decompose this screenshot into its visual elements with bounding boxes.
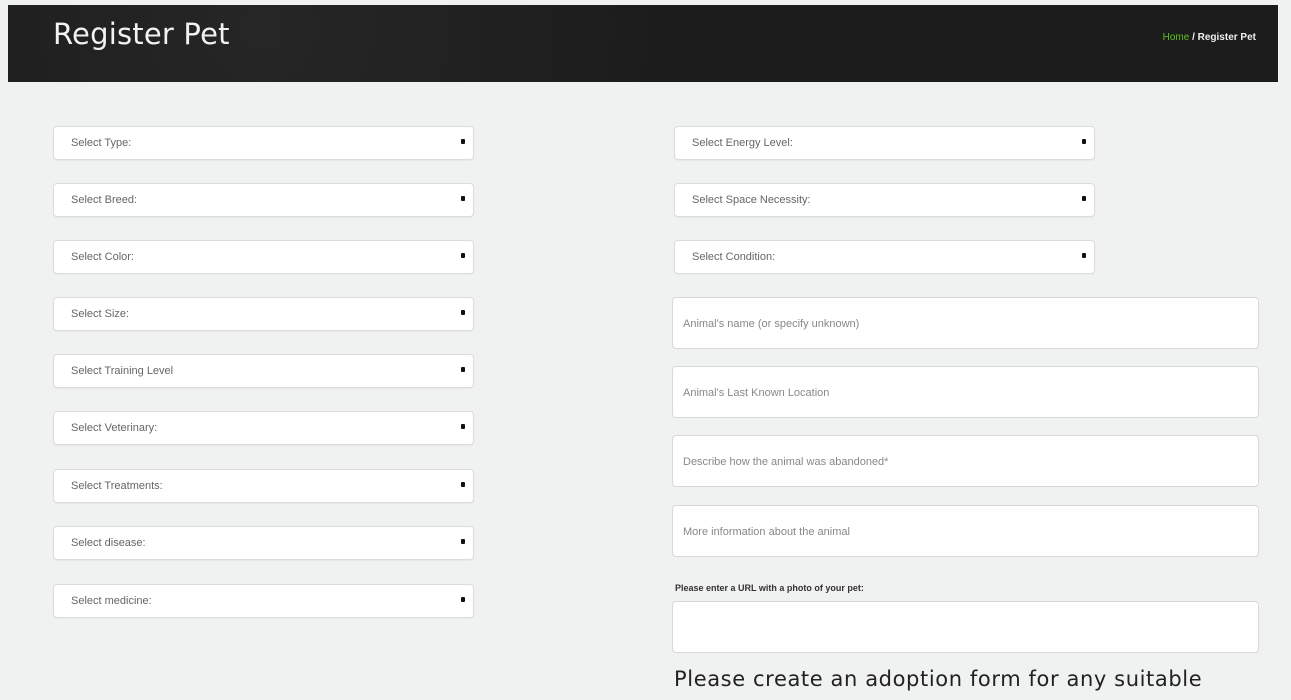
animal-name-placeholder: Animal's name (or specify unknown) — [683, 318, 860, 330]
last-known-location-field[interactable]: Animal's Last Known Location — [672, 366, 1259, 418]
select-type-label: Select Type: — [71, 137, 132, 149]
breadcrumb-current: Register Pet — [1197, 32, 1256, 43]
select-energy-level[interactable]: Select Energy Level: — [674, 126, 1095, 160]
dropdown-arrow-icon — [461, 597, 465, 602]
last-known-location-placeholder: Animal's Last Known Location — [683, 387, 830, 399]
select-space-necessity[interactable]: Select Space Necessity: — [674, 183, 1095, 217]
select-energy-level-label: Select Energy Level: — [692, 137, 793, 149]
select-veterinary-label: Select Veterinary: — [71, 422, 158, 434]
dropdown-arrow-icon — [461, 367, 465, 372]
select-medicine[interactable]: Select medicine: — [53, 584, 474, 618]
select-size-label: Select Size: — [71, 308, 130, 320]
dropdown-arrow-icon — [461, 424, 465, 429]
abandonment-description-field[interactable]: Describe how the animal was abandoned* — [672, 435, 1259, 487]
select-disease-label: Select disease: — [71, 537, 146, 549]
more-information-placeholder: More information about the animal — [683, 526, 850, 538]
dropdown-arrow-icon — [1082, 196, 1086, 201]
dropdown-arrow-icon — [461, 139, 465, 144]
page-header: Register Pet Home / Register Pet — [8, 5, 1278, 82]
select-condition-label: Select Condition: — [692, 251, 776, 263]
select-condition[interactable]: Select Condition: — [674, 240, 1095, 274]
select-treatments-label: Select Treatments: — [71, 480, 163, 492]
breadcrumb-home-link[interactable]: Home — [1163, 32, 1190, 43]
dropdown-arrow-icon — [1082, 139, 1086, 144]
select-type[interactable]: Select Type: — [53, 126, 474, 160]
dropdown-arrow-icon — [461, 253, 465, 258]
select-breed-label: Select Breed: — [71, 194, 138, 206]
select-training-level-label: Select Training Level — [71, 365, 174, 377]
abandonment-description-placeholder: Describe how the animal was abandoned* — [683, 456, 889, 468]
select-size[interactable]: Select Size: — [53, 297, 474, 331]
adoption-form-note: Please create an adoption form for any s… — [674, 667, 1203, 691]
select-veterinary[interactable]: Select Veterinary: — [53, 411, 474, 445]
select-medicine-label: Select medicine: — [71, 595, 152, 607]
select-disease[interactable]: Select disease: — [53, 526, 474, 560]
dropdown-arrow-icon — [461, 539, 465, 544]
dropdown-arrow-icon — [461, 482, 465, 487]
more-information-field[interactable]: More information about the animal — [672, 505, 1259, 557]
animal-name-field[interactable]: Animal's name (or specify unknown) — [672, 297, 1259, 349]
page-title: Register Pet — [53, 17, 230, 51]
select-color-label: Select Color: — [71, 251, 134, 263]
breadcrumb: Home / Register Pet — [1163, 32, 1256, 43]
select-treatments[interactable]: Select Treatments: — [53, 469, 474, 503]
select-training-level[interactable]: Select Training Level — [53, 354, 474, 388]
select-color[interactable]: Select Color: — [53, 240, 474, 274]
dropdown-arrow-icon — [461, 310, 465, 315]
dropdown-arrow-icon — [461, 196, 465, 201]
select-space-necessity-label: Select Space Necessity: — [692, 194, 811, 206]
breadcrumb-separator: / — [1189, 32, 1198, 43]
photo-url-label: Please enter a URL with a photo of your … — [675, 583, 864, 593]
page: Register Pet Home / Register Pet Select … — [0, 0, 1291, 700]
dropdown-arrow-icon — [1082, 253, 1086, 258]
select-breed[interactable]: Select Breed: — [53, 183, 474, 217]
photo-url-field[interactable] — [672, 601, 1259, 653]
